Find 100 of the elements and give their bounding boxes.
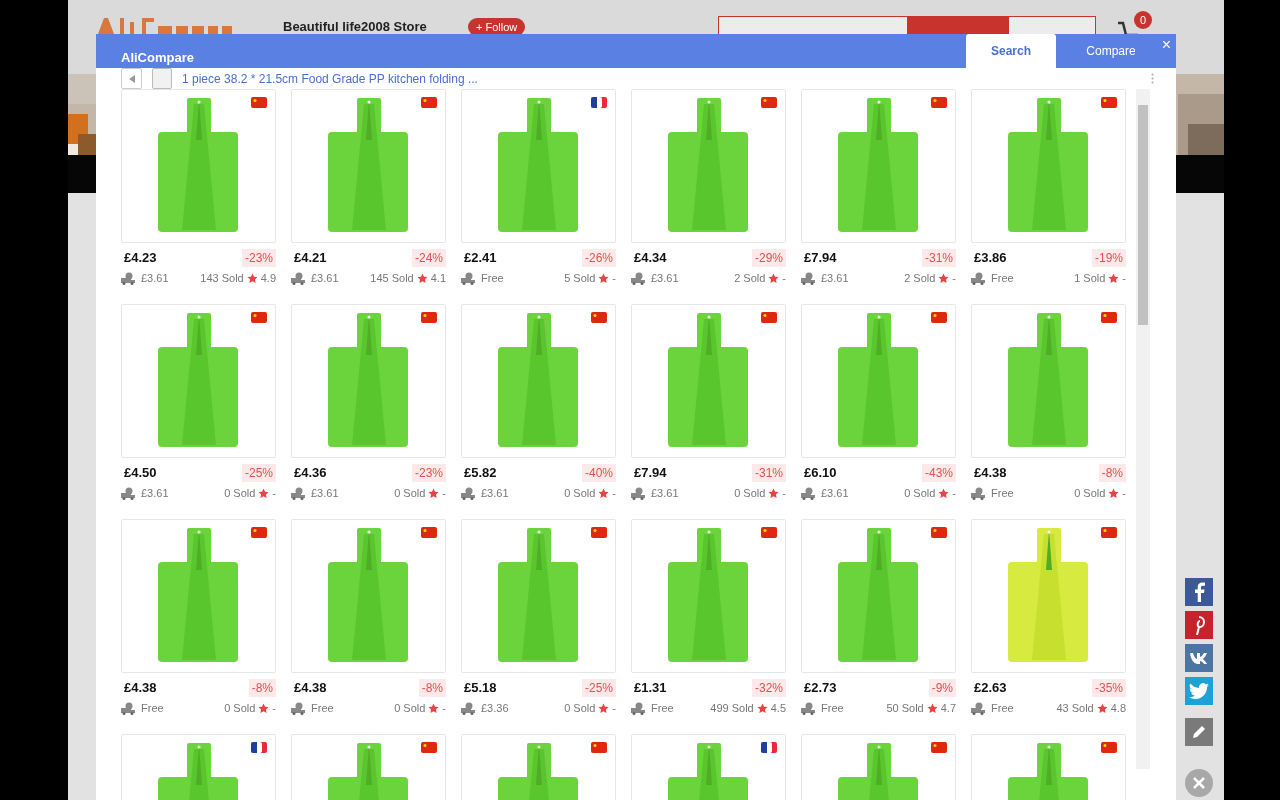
shipping-cost: £3.61 (821, 270, 849, 286)
discount-badge: -8% (418, 679, 446, 697)
discount-badge: -26% (582, 249, 616, 267)
star-icon (598, 702, 610, 714)
shipping-cost: Free (991, 270, 1014, 286)
shipping-cost: £3.61 (141, 485, 169, 501)
sold-count: 2 Sold (904, 270, 936, 286)
delivery-truck-icon (631, 701, 646, 715)
sold-count: 143 Sold (200, 270, 244, 286)
star-icon (768, 272, 780, 284)
sold-count: 5 Sold (564, 270, 596, 286)
shipping-cost: Free (311, 700, 334, 716)
delivery-truck-icon (461, 486, 476, 500)
star-icon (598, 487, 610, 499)
price: £4.38 (973, 464, 1007, 483)
pinterest-icon[interactable] (1185, 611, 1213, 639)
rating: - (782, 485, 786, 501)
discount-badge: -9% (928, 679, 956, 697)
more-icon[interactable] (1151, 73, 1154, 84)
delivery-truck-icon (291, 701, 306, 715)
delivery-truck-icon (461, 701, 476, 715)
vk-icon[interactable] (1185, 644, 1213, 672)
cart-count-badge: 0 (1134, 11, 1152, 29)
discount-badge: -31% (922, 249, 956, 267)
rating: - (272, 485, 276, 501)
rating: - (442, 700, 446, 716)
discount-badge: -23% (242, 249, 276, 267)
delivery-truck-icon (291, 486, 306, 500)
sold-count: 0 Sold (734, 485, 766, 501)
star-icon (756, 702, 768, 714)
delivery-truck-icon (291, 271, 306, 285)
delivery-truck-icon (801, 271, 816, 285)
star-icon (428, 487, 440, 499)
delivery-truck-icon (631, 486, 646, 500)
modal-title: AliCompare (121, 49, 194, 67)
star-icon (246, 272, 258, 284)
sold-count: 499 Sold (710, 700, 754, 716)
rating: - (612, 270, 616, 286)
discount-badge: -43% (922, 464, 956, 482)
rating: - (782, 270, 786, 286)
discount-badge: -31% (752, 464, 786, 482)
facebook-icon[interactable] (1185, 578, 1213, 606)
twitter-icon[interactable] (1185, 677, 1213, 705)
price: £2.41 (463, 249, 497, 268)
shipping-cost: £3.61 (141, 270, 169, 286)
rating: - (1122, 485, 1126, 501)
star-icon (1108, 487, 1120, 499)
star-icon (1108, 272, 1120, 284)
shipping-cost: Free (651, 700, 674, 716)
delivery-truck-icon (121, 486, 136, 500)
discount-badge: -40% (582, 464, 616, 482)
discount-badge: -8% (1098, 464, 1126, 482)
close-button[interactable]: × (1161, 36, 1171, 54)
sold-count: 0 Sold (224, 485, 256, 501)
discount-badge: -25% (582, 679, 616, 697)
price: £7.94 (633, 464, 667, 483)
delivery-truck-icon (971, 701, 986, 715)
shipping-cost: £3.61 (651, 270, 679, 286)
price: £7.94 (803, 249, 837, 268)
sold-count: 43 Sold (1056, 700, 1094, 716)
sold-count: 0 Sold (904, 485, 936, 501)
scrollbar[interactable] (1136, 89, 1150, 769)
store-name[interactable]: Beautiful life2008 Store (283, 17, 427, 37)
shipping-cost: £3.36 (481, 700, 509, 716)
shipping-cost: Free (821, 700, 844, 716)
sold-count: 0 Sold (224, 700, 256, 716)
shipping-cost: Free (481, 270, 504, 286)
shipping-cost: Free (141, 700, 164, 716)
shipping-cost: Free (991, 485, 1014, 501)
star-icon (938, 487, 950, 499)
delivery-truck-icon (971, 271, 986, 285)
delivery-truck-icon (801, 486, 816, 500)
delivery-truck-icon (631, 271, 646, 285)
tab[interactable]: Compare (1066, 34, 1156, 68)
tab[interactable]: Search (966, 34, 1056, 68)
sold-count: 50 Sold (886, 700, 924, 716)
discount-badge: -32% (752, 679, 786, 697)
delivery-truck-icon (801, 701, 816, 715)
price: £4.50 (123, 464, 157, 483)
rating: 4.9 (260, 270, 276, 286)
sold-count: 0 Sold (394, 700, 426, 716)
rating: 4.8 (1110, 700, 1126, 716)
shipping-cost: £3.61 (821, 485, 849, 501)
price: £5.82 (463, 464, 497, 483)
back-button[interactable] (121, 68, 142, 89)
pencil-icon[interactable] (1185, 718, 1213, 746)
query-link[interactable]: 1 piece 38.2 * 21.5cm Food Grade PP kitchen folding ... (182, 69, 478, 88)
rating: - (612, 700, 616, 716)
sold-count: 2 Sold (734, 270, 766, 286)
shipping-cost: £3.61 (481, 485, 509, 501)
sold-count: 1 Sold (1074, 270, 1106, 286)
discount-badge: -35% (1092, 679, 1126, 697)
price: £6.10 (803, 464, 837, 483)
star-icon (258, 487, 270, 499)
star-icon (926, 702, 938, 714)
price: £4.23 (123, 249, 157, 268)
shipping-cost: £3.61 (311, 485, 339, 501)
star-icon (1096, 702, 1108, 714)
price: £4.38 (123, 679, 157, 698)
rating: - (952, 485, 956, 501)
